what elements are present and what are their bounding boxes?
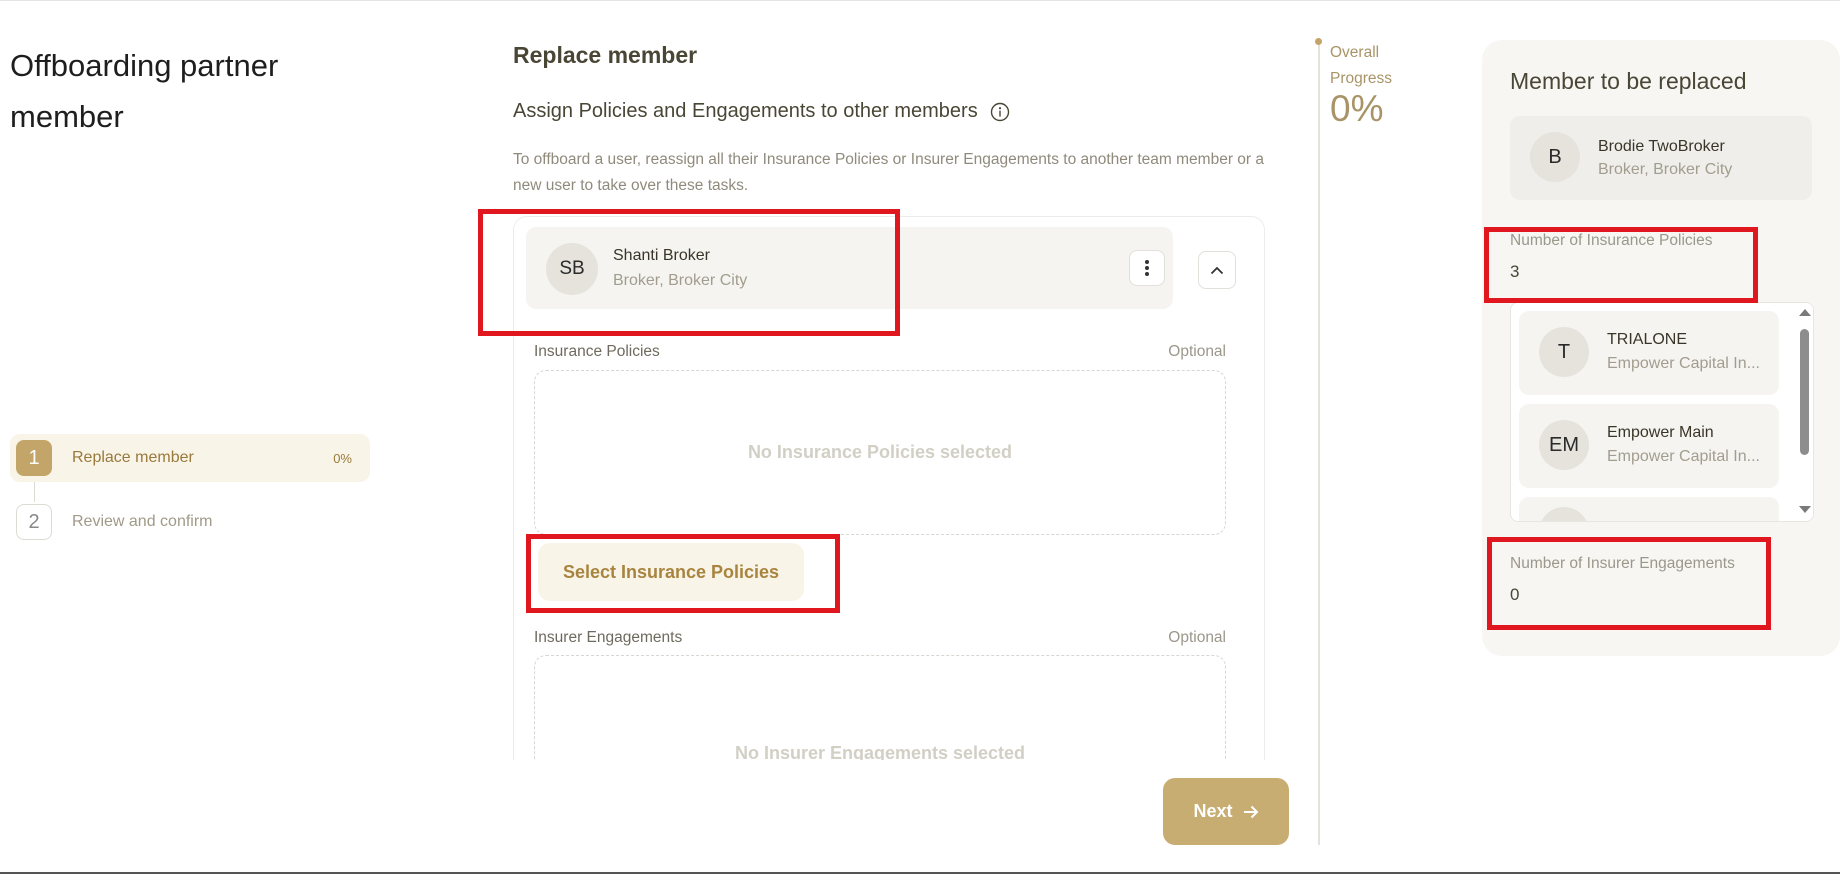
policy-subtitle: Empower Capital In... xyxy=(1607,448,1760,465)
empty-state-text: No Insurance Policies selected xyxy=(747,442,1013,462)
optional-label: Optional xyxy=(1168,343,1226,360)
scroll-up-icon[interactable] xyxy=(1799,309,1811,316)
info-icon[interactable] xyxy=(990,102,1010,122)
scroll-down-icon[interactable] xyxy=(1799,506,1811,513)
empty-state-text: No Insurer Engagements selected xyxy=(734,742,1026,761)
member-to-replace-panel: Member to be replaced B Brodie TwoBroker… xyxy=(1482,40,1840,656)
chevron-up-icon xyxy=(1210,266,1224,274)
member-subtitle: Broker, Broker City xyxy=(613,272,748,289)
insurer-engagements-dropzone: No Insurer Engagements selected xyxy=(534,655,1226,760)
section-heading: Replace member xyxy=(513,42,698,68)
progress-track xyxy=(1318,42,1320,845)
engagements-count-label: Number of Insurer Engagements xyxy=(1510,555,1735,572)
replaced-member-card: B Brodie TwoBroker Broker, Broker City xyxy=(1510,116,1812,200)
step-label: Replace member xyxy=(72,449,194,466)
member-name: Brodie TwoBroker xyxy=(1598,138,1725,155)
avatar: B xyxy=(1530,132,1580,182)
insurance-policies-label: Insurance Policies xyxy=(534,343,660,360)
stepper: 1 Replace member 0% 2 Review and confirm xyxy=(10,434,370,542)
policy-name: Empower Main xyxy=(1607,424,1714,441)
insurance-policies-dropzone: No Insurance Policies selected xyxy=(534,370,1226,535)
progress-value: 0% xyxy=(1330,88,1384,129)
avatar: T xyxy=(1539,327,1589,377)
more-options-button[interactable] xyxy=(1129,250,1165,286)
step-label: Review and confirm xyxy=(72,513,213,530)
policies-list[interactable]: T TRIALONE Empower Capital In... EM Empo… xyxy=(1510,302,1814,522)
progress-label: Overall Progress xyxy=(1330,44,1393,87)
avatar: SB xyxy=(546,243,598,295)
step-replace-member[interactable]: 1 Replace member 0% xyxy=(10,434,370,482)
member-name: Shanti Broker xyxy=(613,247,710,264)
step-number: 2 xyxy=(16,504,52,540)
next-button[interactable]: Next xyxy=(1163,778,1289,845)
step-review-confirm[interactable]: 2 Review and confirm xyxy=(10,502,370,542)
engagements-count-value: 0 xyxy=(1510,585,1520,604)
panel-title: Member to be replaced xyxy=(1510,68,1747,94)
progress-marker xyxy=(1315,38,1322,45)
policies-count-value: 3 xyxy=(1510,262,1520,281)
list-item xyxy=(1519,497,1779,521)
step-percent: 0% xyxy=(333,450,352,466)
description-text: To offboard a user, reassign all their I… xyxy=(513,151,1265,194)
main-content: Replace member Assign Policies and Engag… xyxy=(513,0,1265,760)
arrow-right-icon xyxy=(1243,805,1258,818)
member-row: SB Shanti Broker Broker, Broker City xyxy=(526,227,1173,309)
list-item: EM Empower Main Empower Capital In... xyxy=(1519,404,1779,488)
policies-count-label: Number of Insurance Policies xyxy=(1510,232,1713,249)
policy-name: TRIALONE xyxy=(1607,331,1688,348)
avatar: EM xyxy=(1539,420,1589,470)
select-insurance-policies-button[interactable]: Select Insurance Policies xyxy=(538,543,804,601)
step-number: 1 xyxy=(16,440,52,476)
kebab-icon xyxy=(1145,260,1149,276)
avatar xyxy=(1539,507,1589,521)
scrollbar[interactable] xyxy=(1795,303,1813,521)
member-subtitle: Broker, Broker City xyxy=(1598,161,1733,178)
next-label: Next xyxy=(1193,801,1233,821)
policy-subtitle: Empower Capital In... xyxy=(1607,355,1760,372)
member-assignment-card: SB Shanti Broker Broker, Broker City Ins… xyxy=(513,216,1265,760)
scrollbar-thumb[interactable] xyxy=(1800,329,1809,455)
step-connector xyxy=(34,482,35,502)
subheading-text: Assign Policies and Engagements to other… xyxy=(513,100,978,122)
page-title: Offboarding partner member xyxy=(10,48,279,134)
list-item: T TRIALONE Empower Capital In... xyxy=(1519,311,1779,395)
collapse-button[interactable] xyxy=(1198,251,1236,289)
section-subheading: Assign Policies and Engagements to other… xyxy=(513,100,1010,123)
insurer-engagements-label: Insurer Engagements xyxy=(534,629,683,646)
optional-label: Optional xyxy=(1168,629,1226,646)
